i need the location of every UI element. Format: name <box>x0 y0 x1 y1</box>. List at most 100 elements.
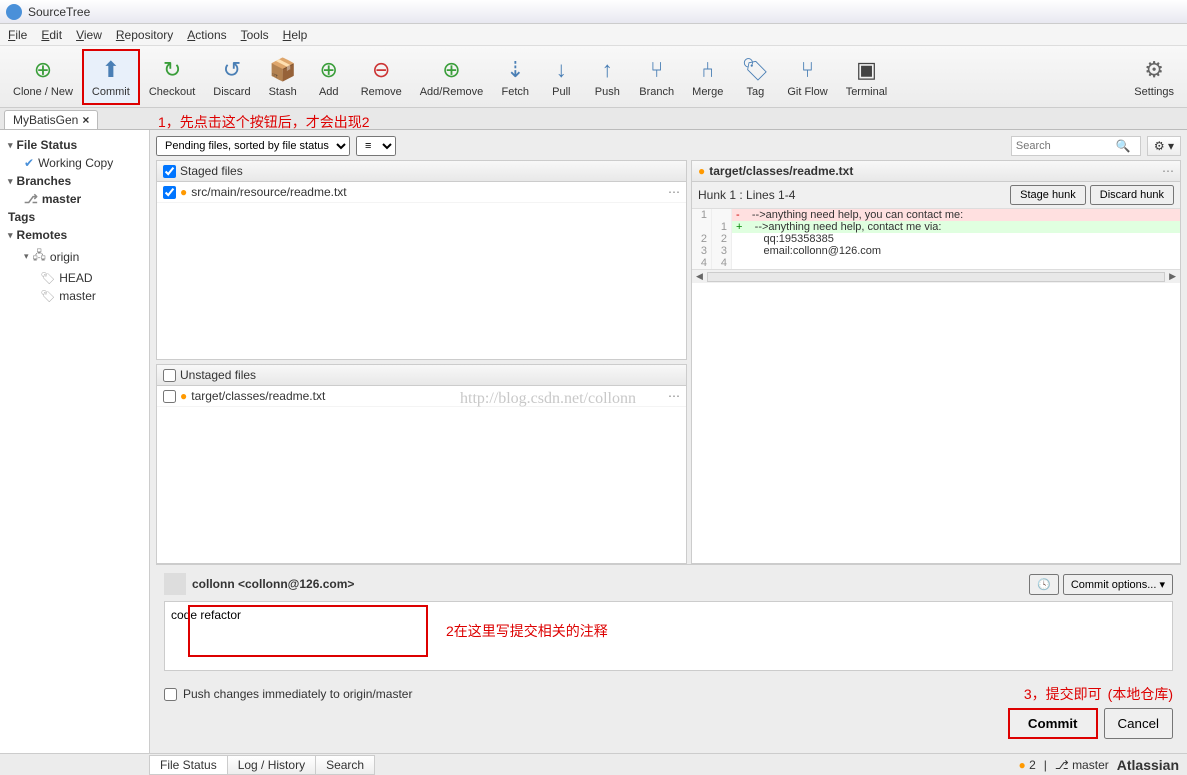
commit-button[interactable]: ⬆Commit <box>82 49 140 105</box>
menu-edit[interactable]: Edit <box>41 28 62 42</box>
sidebar-branch-master[interactable]: ⎇master <box>0 190 149 208</box>
tab-file-status[interactable]: File Status <box>149 755 228 775</box>
tag-icon: 🏷 <box>741 56 769 84</box>
search-box[interactable]: 🔍 <box>1011 136 1141 156</box>
settings-button[interactable]: ⚙Settings <box>1125 49 1183 105</box>
more-icon[interactable]: ⋯ <box>668 185 680 199</box>
search-icon: 🔍 <box>1116 139 1131 153</box>
author-row: collonn <collonn@126.com> 🕓 Commit optio… <box>164 573 1173 595</box>
discard-icon: ↺ <box>223 56 241 84</box>
commit-icon: ⬆ <box>102 56 120 84</box>
stash-button[interactable]: 📦Stash <box>260 49 306 105</box>
add-button[interactable]: ⊕Add <box>306 49 352 105</box>
bottom-tabs: File Status Log / History Search ● 2 | ⎇… <box>0 753 1187 775</box>
sidebar-remote-master[interactable]: 🏷master <box>0 287 149 305</box>
remove-button[interactable]: ⊖Remove <box>352 49 411 105</box>
fetch-button[interactable]: ⇣Fetch <box>492 49 538 105</box>
menu-view[interactable]: View <box>76 28 102 42</box>
sidebar-file-status[interactable]: ▾File Status <box>0 136 149 154</box>
file-filter-select[interactable]: Pending files, sorted by file status <box>156 136 350 156</box>
pull-icon: ↓ <box>556 56 567 84</box>
check-icon: ✔ <box>24 156 34 170</box>
branch-button[interactable]: ⑂Branch <box>630 49 683 105</box>
repo-tab-label: MyBatisGen <box>13 113 78 127</box>
more-icon[interactable]: ⋯ <box>668 389 680 403</box>
close-icon[interactable]: × <box>82 113 89 127</box>
merge-button[interactable]: ⑃Merge <box>683 49 732 105</box>
gitflow-button[interactable]: ⑂Git Flow <box>778 49 836 105</box>
terminal-button[interactable]: ▣Terminal <box>837 49 897 105</box>
menu-actions[interactable]: Actions <box>187 28 226 42</box>
addremove-button[interactable]: ⊕Add/Remove <box>411 49 493 105</box>
staged-checkbox[interactable] <box>163 165 176 178</box>
add-icon: ⊕ <box>320 56 338 84</box>
modified-icon: ● <box>698 164 705 178</box>
staged-file-row[interactable]: ● src/main/resource/readme.txt ⋯ <box>157 182 686 203</box>
view-mode-select[interactable]: ≡ <box>356 136 396 156</box>
gear-dropdown[interactable]: ⚙ ▾ <box>1147 136 1181 156</box>
sidebar-remote-head[interactable]: 🏷HEAD <box>0 269 149 287</box>
commit-submit-button[interactable]: Commit <box>1008 708 1098 739</box>
push-checkbox[interactable] <box>164 688 177 701</box>
menubar: File Edit View Repository Actions Tools … <box>0 24 1187 46</box>
terminal-icon: ▣ <box>856 56 877 84</box>
modified-icon: ● <box>180 389 187 403</box>
tab-log-history[interactable]: Log / History <box>227 755 316 775</box>
sidebar-working-copy[interactable]: ✔Working Copy <box>0 154 149 172</box>
hunk-header: Hunk 1 : Lines 1-4 Stage hunk Discard hu… <box>692 182 1180 209</box>
discard-hunk-button[interactable]: Discard hunk <box>1090 185 1174 205</box>
discard-button[interactable]: ↺Discard <box>204 49 259 105</box>
cancel-button[interactable]: Cancel <box>1104 708 1174 739</box>
remote-icon: 🖧 <box>33 246 46 267</box>
content: Pending files, sorted by file status ≡ 🔍… <box>150 130 1187 753</box>
file-checkbox[interactable] <box>163 390 176 403</box>
hscrollbar[interactable]: ◀▶ <box>692 269 1180 283</box>
unstaged-checkbox[interactable] <box>163 369 176 382</box>
addremove-icon: ⊕ <box>442 56 460 84</box>
sidebar-branches[interactable]: ▾Branches <box>0 172 149 190</box>
push-row: Push changes immediately to origin/maste… <box>164 684 1173 704</box>
gitflow-icon: ⑂ <box>801 56 814 84</box>
commit-author: collonn <collonn@126.com> <box>192 577 354 591</box>
plus-icon: ⊕ <box>34 56 52 84</box>
menu-help[interactable]: Help <box>283 28 308 42</box>
commit-message-input[interactable] <box>164 601 1173 671</box>
checkout-button[interactable]: ↻Checkout <box>140 49 204 105</box>
stage-hunk-button[interactable]: Stage hunk <box>1010 185 1086 205</box>
staged-header: Staged files <box>157 161 686 182</box>
app-icon <box>6 4 22 20</box>
tag-icon: 🏷 <box>40 271 55 285</box>
history-button[interactable]: 🕓 <box>1029 574 1059 595</box>
staged-panel: Staged files ● src/main/resource/readme.… <box>156 160 687 360</box>
sidebar: ▾File Status ✔Working Copy ▾Branches ⎇ma… <box>0 130 150 753</box>
unstaged-file-row[interactable]: ● target/classes/readme.txt ⋯ <box>157 386 686 407</box>
menu-tools[interactable]: Tools <box>241 28 269 42</box>
pull-button[interactable]: ↓Pull <box>538 49 584 105</box>
sidebar-remote-origin[interactable]: ▾🖧origin <box>0 244 149 269</box>
toolbar: ⊕Clone / New ⬆Commit ↻Checkout ↺Discard … <box>0 46 1187 108</box>
annotation-1: 1，先点击这个按钮后，才会出现2 <box>158 112 370 132</box>
file-checkbox[interactable] <box>163 186 176 199</box>
tag-button[interactable]: 🏷Tag <box>732 49 778 105</box>
checkout-icon: ↻ <box>163 56 181 84</box>
clone-button[interactable]: ⊕Clone / New <box>4 49 82 105</box>
sidebar-tags[interactable]: Tags <box>0 208 149 226</box>
commit-options-button[interactable]: Commit options... ▾ <box>1063 574 1173 595</box>
tag-icon: 🏷 <box>40 289 55 303</box>
tab-search[interactable]: Search <box>315 755 375 775</box>
search-input[interactable] <box>1016 140 1116 152</box>
statusbar: ● 2 | ⎇ master Atlassian <box>1018 757 1187 773</box>
status-count: ● 2 <box>1018 758 1035 772</box>
diff-body: 1- -->anything need help, you can contac… <box>692 209 1180 269</box>
annotation-2: 2在这里写提交相关的注释 <box>446 621 608 641</box>
menu-repository[interactable]: Repository <box>116 28 173 42</box>
left-panels: Staged files ● src/main/resource/readme.… <box>156 160 687 564</box>
push-icon: ↑ <box>602 56 613 84</box>
sidebar-remotes[interactable]: ▾Remotes <box>0 226 149 244</box>
main-area: ▾File Status ✔Working Copy ▾Branches ⎇ma… <box>0 130 1187 753</box>
menu-file[interactable]: File <box>8 28 27 42</box>
more-icon[interactable]: ⋯ <box>1162 164 1174 178</box>
repo-tab[interactable]: MyBatisGen × <box>4 110 98 129</box>
push-button[interactable]: ↑Push <box>584 49 630 105</box>
unstaged-panel: Unstaged files ● target/classes/readme.t… <box>156 364 687 564</box>
